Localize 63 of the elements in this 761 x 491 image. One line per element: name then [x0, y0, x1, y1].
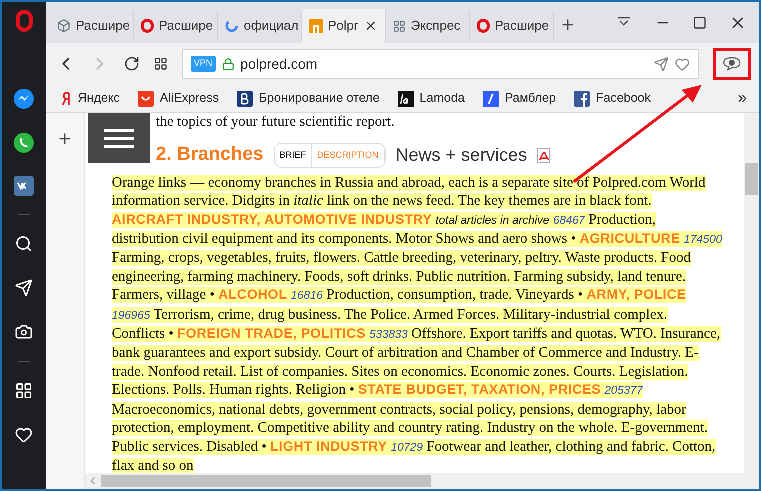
add-icon[interactable]: [57, 131, 73, 147]
url-text: polpred.com: [240, 54, 318, 74]
site-logo-icon: [309, 19, 323, 33]
opera-logo-icon: [141, 19, 154, 33]
letter-logo-icon: [237, 90, 254, 106]
grid-icon: [393, 20, 406, 32]
section-heading: 2. Branches: [156, 146, 264, 165]
letter-logo-icon: [62, 90, 72, 106]
script-logo-icon: [398, 90, 414, 106]
tab-menu-icon[interactable]: [617, 17, 631, 27]
tab-title: Расшире: [495, 17, 550, 36]
article-count-link[interactable]: 174500: [684, 234, 722, 246]
lock-icon: [222, 58, 235, 70]
article-count-link[interactable]: 10729: [391, 442, 424, 454]
messenger-icon[interactable]: [13, 88, 35, 110]
bookmark-link[interactable]: Бронирование отеле: [237, 89, 380, 108]
intro-text: Orange links — economy branches in Russia and abroad, each is a separate site of Polpred.com World information service. Didgits in italic link on the news feed. The key themes are in black font.: [112, 174, 707, 211]
browser-tab[interactable]: Расшире: [50, 11, 134, 41]
browser-tab[interactable]: Расшире: [134, 11, 218, 41]
news-link[interactable]: News + services: [396, 146, 528, 165]
more-bookmarks-button[interactable]: »: [738, 86, 747, 110]
speech-bubble-icon[interactable]: [723, 57, 741, 71]
horizontal-scrollbar[interactable]: [85, 473, 759, 489]
browser-tab[interactable]: Расшире: [470, 11, 554, 41]
tab-title: Polpr: [328, 17, 358, 36]
article-count-link[interactable]: 68467: [553, 214, 586, 227]
pdf-icon[interactable]: [537, 148, 552, 164]
heart-icon[interactable]: [15, 426, 33, 444]
opera-logo-icon[interactable]: [16, 10, 32, 32]
reload-icon[interactable]: [124, 56, 140, 72]
bookmark-link[interactable]: Facebook: [574, 89, 652, 108]
grid-icon[interactable]: [154, 57, 168, 71]
tab-title: Расшире: [76, 17, 130, 36]
bookmark-link[interactable]: Lamoda: [398, 89, 465, 108]
bookmark-link[interactable]: Рамблер: [482, 89, 556, 108]
view-tab[interactable]: BRIEF: [274, 144, 312, 167]
bag-icon: [138, 90, 154, 106]
tab-title: официал: [244, 17, 299, 36]
bookmark-link[interactable]: Яндекс: [62, 89, 120, 108]
menu-button[interactable]: [88, 113, 150, 163]
bookmark-link[interactable]: AliExpress: [138, 89, 220, 108]
grid-icon[interactable]: [15, 382, 33, 400]
browser-tab[interactable]: Polpr: [302, 9, 386, 43]
maximize-icon[interactable]: [693, 16, 707, 30]
f-logo-icon: [574, 90, 590, 106]
article-count-link[interactable]: 196965: [112, 310, 150, 322]
close-icon[interactable]: [364, 19, 378, 33]
slash-logo-icon: [482, 90, 499, 106]
new-tab-icon[interactable]: [560, 17, 576, 33]
browser-tab[interactable]: Экспрес: [386, 11, 470, 41]
tab-title: Расшире: [159, 17, 214, 36]
article-count-link[interactable]: 16816: [291, 290, 324, 302]
tab-title: Экспрес: [411, 17, 461, 36]
camera-icon[interactable]: [15, 323, 33, 341]
paragraph-text: the topics of your future scientific report.: [156, 113, 396, 132]
search-icon[interactable]: [15, 235, 33, 253]
article-count-link[interactable]: 205377: [604, 385, 644, 398]
letters-logo-icon[interactable]: [14, 176, 34, 196]
opera-logo-icon: [477, 19, 490, 33]
article-count-link[interactable]: 533833: [370, 329, 408, 342]
topics-paragraph: AIRCRAFT INDUSTRY, AUTOMOTIVE INDUSTRY total articles in archive 68467 Production, distribution civil equipment and its components. Motor Shows and aero shows • AGRICULTURE 174500 Farming, crops, vegetables, fruits, flowers. Cattle breeding, veterinary, peltry. Waste products. Food engineering, farming machinery. Foods, soft drinks. Public nutrition. Farming subsidy, land tenure. Farmers, village • ALCOHOL 16816 Production, consumption, trade. Vineyards • ARMY, POLICE 196965 Terrorism, crime, drug business. The Police. Armed Forces. Military-industrial complex. Conflicts • FOREIGN TRADE, POLITICS 533833 Offshore. Export tariffs and quotas. WTO. Insurance, bank guarantees and export subsidy. Court of arbitration and Chamber of Commerce and Industry. E-trade. Nonfood retail. List of companies. Sites on economics. Economic zones. Courts. Legislation. Elections. Polls. Human rights. Religion • STATE BUDGET, TAXATION, PRICES 205377 Macroeconomics, national debts, government contracts, social policy, pensions, demography, labor protection, employment. Competitive ability and country rating. Industry on the whole. E-government. Public services. Disabled • LIGHT INDUSTRY 10729 Footwear and leather, clothing and fabric. Cotton, flax and so on: [112, 210, 724, 473]
vertical-scrollbar[interactable]: [744, 113, 759, 473]
cube-icon: [57, 19, 71, 33]
